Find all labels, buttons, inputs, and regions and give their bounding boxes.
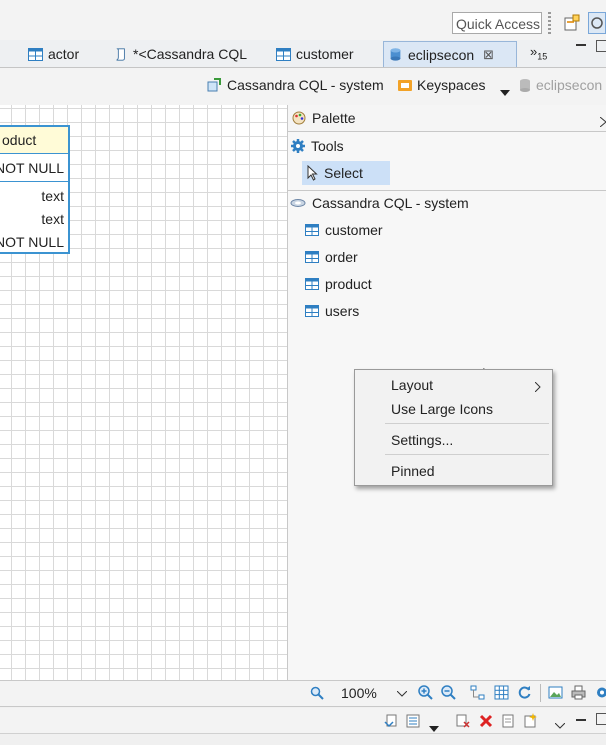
table-label: users (325, 303, 360, 319)
entity-title: oduct (0, 127, 68, 154)
menu-separator (385, 454, 549, 455)
grid-icon[interactable] (494, 685, 509, 703)
export-image-icon[interactable] (548, 685, 563, 703)
maximize-icon[interactable] (596, 40, 606, 52)
view-menu-chevron-icon[interactable] (554, 716, 566, 732)
settings-gear-icon[interactable] (594, 685, 606, 703)
palette-title-label: Palette (312, 110, 356, 126)
search-icon[interactable] (310, 686, 324, 703)
table-icon (305, 278, 319, 290)
minimize-icon[interactable] (576, 44, 586, 46)
keyspaces-selector[interactable]: Keyspaces (398, 77, 485, 93)
chevron-down-icon[interactable] (500, 83, 510, 99)
tab-label: actor (48, 46, 80, 62)
diagram-bottom-toolbar (0, 680, 606, 707)
connection-selector[interactable]: Cassandra CQL - system (206, 77, 384, 93)
zoom-in-icon[interactable] (418, 685, 433, 703)
remove-all-icon[interactable] (456, 714, 470, 731)
tab-label: customer (296, 46, 354, 62)
database-label: eclipsecon (536, 77, 603, 93)
tools-label: Tools (311, 138, 344, 154)
print-icon[interactable] (571, 685, 586, 703)
table-icon (305, 305, 319, 317)
connection-label: Cassandra CQL - system (227, 77, 384, 93)
zoom-select[interactable]: 100% (337, 684, 410, 704)
tab-actor[interactable]: actor (28, 42, 79, 66)
palette-title[interactable]: Palette (292, 110, 356, 126)
toolbar-grip[interactable] (548, 12, 551, 34)
palette-table-order[interactable]: order (305, 249, 358, 265)
new-item-icon[interactable] (524, 713, 538, 731)
menu-item-layout[interactable]: Layout (391, 377, 433, 393)
tab-label: eclipsecon (408, 46, 475, 63)
entity-product[interactable]: oduct NOT NULL text text NOT NULL (0, 125, 70, 254)
select-tool-content[interactable]: Select (307, 165, 363, 181)
table-icon (305, 224, 319, 236)
sync-icon[interactable] (384, 714, 398, 731)
keyspaces-label: Keyspaces (417, 77, 486, 93)
menu-item-large-icons[interactable]: Use Large Icons (391, 401, 493, 417)
entity-divider (0, 181, 68, 182)
menu-item-settings[interactable]: Settings... (391, 432, 453, 448)
select-label: Select (324, 165, 363, 181)
tab-overflow-button[interactable]: »15 (530, 44, 547, 62)
palette-icon (292, 111, 306, 125)
gear-icon (291, 139, 305, 153)
keyspace-icon (398, 79, 412, 91)
connection-drawer-label: Cassandra CQL - system (312, 195, 469, 211)
palette-table-users[interactable]: users (305, 303, 359, 319)
view-menu-icon[interactable] (406, 714, 420, 731)
database-icon (520, 78, 530, 92)
table-icon (28, 47, 43, 61)
minimize-icon[interactable] (576, 719, 586, 721)
cassandra-icon (290, 199, 306, 207)
delete-icon[interactable] (479, 714, 493, 731)
table-icon (305, 251, 319, 263)
entity-row: NOT NULL (0, 234, 64, 250)
arrow-cursor-icon (307, 165, 318, 181)
tab-eclipsecon[interactable]: eclipsecon ⊠ (383, 41, 517, 67)
table-label: customer (325, 222, 383, 238)
table-label: order (325, 249, 358, 265)
entity-row: text (41, 188, 64, 204)
lower-panel-toolbar (0, 708, 606, 734)
open-perspective-icon[interactable] (564, 14, 580, 32)
database-selector[interactable]: eclipsecon (519, 77, 602, 93)
script-icon (116, 47, 125, 61)
entity-row: text (41, 211, 64, 227)
table-label: product (325, 276, 372, 292)
layout-icon[interactable] (470, 685, 485, 703)
palette-collapse-icon[interactable] (599, 114, 606, 130)
refresh-icon[interactable] (517, 685, 532, 703)
close-icon[interactable]: ⊠ (483, 47, 494, 63)
palette-context-menu: Layout Use Large Icons Settings... Pinne… (354, 369, 553, 486)
zoom-out-icon[interactable] (441, 685, 456, 703)
chevron-down-icon (397, 691, 407, 697)
document-icon[interactable] (502, 714, 514, 731)
tab-cassandra-cql[interactable]: *<Cassandra CQL (113, 42, 247, 66)
menu-separator (385, 423, 549, 424)
chevron-down-icon[interactable] (429, 719, 439, 735)
tab-label: *<Cassandra CQL (133, 46, 248, 62)
toolbar-divider (540, 684, 541, 702)
maximize-icon[interactable] (596, 713, 606, 725)
quick-access-input[interactable]: Quick Access (452, 12, 542, 34)
table-icon (276, 47, 291, 61)
submenu-arrow-icon (534, 379, 541, 395)
palette-drawer-tools[interactable]: Tools (291, 138, 344, 154)
connection-icon (207, 78, 221, 92)
tab-customer[interactable]: customer (276, 42, 354, 66)
database-icon (390, 48, 401, 61)
palette-table-customer[interactable]: customer (305, 222, 383, 238)
palette-divider (288, 190, 606, 191)
menu-item-pinned[interactable]: Pinned (391, 463, 435, 479)
dbeaver-perspective-icon[interactable] (588, 12, 606, 34)
zoom-value: 100% (341, 685, 377, 701)
entity-row: NOT NULL (0, 160, 64, 176)
palette-table-product[interactable]: product (305, 276, 372, 292)
palette-drawer-connection[interactable]: Cassandra CQL - system (290, 195, 469, 211)
overflow-count: 15 (537, 51, 548, 62)
